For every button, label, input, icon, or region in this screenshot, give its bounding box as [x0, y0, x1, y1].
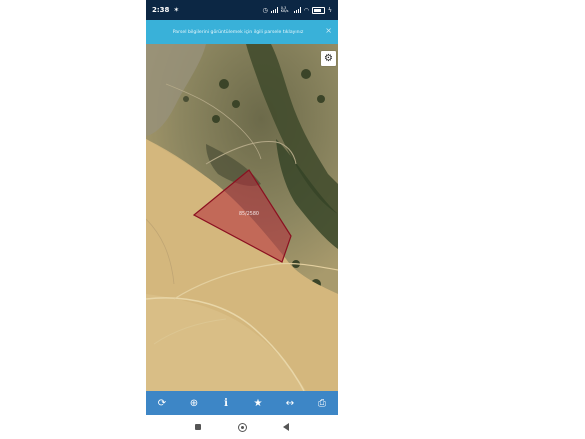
home-button[interactable] [235, 420, 249, 434]
gear-icon[interactable]: ⚙ [321, 51, 336, 66]
star-icon: ★ [253, 397, 263, 409]
close-icon[interactable]: × [325, 26, 332, 35]
refresh-icon: ⟳ [157, 397, 167, 409]
parcel-label[interactable]: 85/2580 [239, 212, 259, 217]
battery-icon [312, 6, 326, 14]
square-icon [195, 424, 201, 430]
favorite-button[interactable]: ★ [247, 392, 269, 414]
signal-icon [270, 7, 278, 13]
system-nav-bar [146, 415, 338, 439]
notification-icon: ✶ [173, 6, 180, 14]
back-button[interactable] [279, 420, 293, 434]
recents-button[interactable] [191, 420, 205, 434]
crosshair-icon: ⊕ [189, 397, 199, 409]
measure-button[interactable]: ↔ [279, 392, 301, 414]
circle-icon [237, 422, 247, 432]
alarm-icon: ◷ [262, 6, 268, 14]
info-icon: i [224, 397, 228, 409]
refresh-button[interactable]: ⟳ [151, 392, 173, 414]
signal-icon-2 [293, 7, 301, 13]
phone-screen: 2:38 ✶ ◷ 0.3 KB/s ◠ ϟ Parsel bilgilerini… [146, 0, 338, 439]
charging-icon: ϟ [328, 6, 332, 14]
clock: 2:38 [152, 6, 170, 14]
bottom-toolbar: ⟳ ⊕ i ★ ↔ ⎙ [146, 391, 338, 415]
locate-button[interactable]: ⊕ [183, 392, 205, 414]
wifi-icon: ◠ [303, 6, 310, 14]
satellite-map[interactable]: ⚙ 85/2580 [146, 44, 338, 391]
print-button[interactable]: ⎙ [311, 392, 333, 414]
map-imagery [146, 44, 338, 391]
ruler-icon: ↔ [285, 397, 295, 409]
status-bar: 2:38 ✶ ◷ 0.3 KB/s ◠ ϟ [146, 0, 338, 20]
info-button[interactable]: i [215, 392, 237, 414]
data-speed: 0.3 KB/s [280, 6, 289, 13]
info-banner: Parsel bilgilerini görüntülemek için ilg… [146, 20, 338, 44]
triangle-back-icon [283, 423, 289, 431]
print-icon: ⎙ [318, 397, 326, 409]
banner-text: Parsel bilgilerini görüntülemek için ilg… [172, 29, 304, 35]
